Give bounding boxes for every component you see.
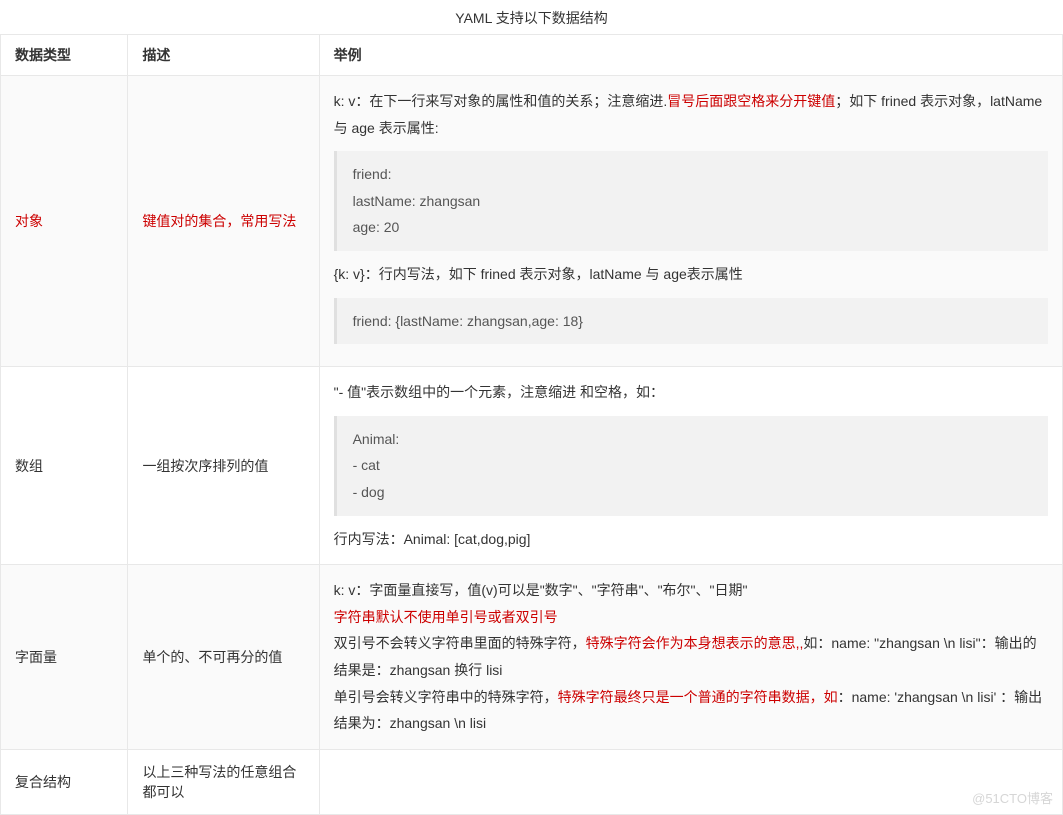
yaml-structure-table: 数据类型 描述 举例 对象 键值对的集合，常用写法 k: v：在下一行来写对象的…	[0, 34, 1063, 815]
table-row: 复合结构 以上三种写法的任意组合都可以	[1, 749, 1063, 814]
code-line: lastName: zhangsan	[353, 188, 1032, 215]
table-row: 字面量 单个的、不可再分的值 k: v：字面量直接写，值(v)可以是"数字"、"…	[1, 565, 1063, 750]
cell-example-compound	[319, 749, 1062, 814]
header-desc: 描述	[128, 35, 319, 76]
code-line: - cat	[353, 452, 1032, 479]
text-highlight: 字符串默认不使用单引号或者双引号	[334, 604, 1048, 631]
text: 行内写法：Animal: [cat,dog,pig]	[334, 526, 1048, 553]
code-line: - dog	[353, 479, 1032, 506]
table-row: 数组 一组按次序排列的值 "- 值"表示数组中的一个元素，注意缩进 和空格，如：…	[1, 367, 1063, 565]
code-line: friend: {lastName: zhangsan,age: 18}	[353, 308, 1032, 335]
text: "- 值"表示数组中的一个元素，注意缩进 和空格，如：	[334, 379, 1048, 406]
code-line: age: 20	[353, 214, 1032, 241]
text: k: v：字面量直接写，值(v)可以是"数字"、"字符串"、"布尔"、"日期"	[334, 577, 1048, 604]
cell-desc-literal: 单个的、不可再分的值	[128, 565, 319, 750]
cell-type-compound: 复合结构	[1, 749, 128, 814]
text-highlight: 特殊字符最终只是一个普通的字符串数据，如	[558, 689, 838, 705]
header-example: 举例	[319, 35, 1062, 76]
text-highlight: 特殊字符会作为本身想表示的意思,,	[586, 635, 804, 651]
cell-example-array: "- 值"表示数组中的一个元素，注意缩进 和空格，如： Animal: - ca…	[319, 367, 1062, 565]
text: 单引号会转义字符串中的特殊字符，	[334, 689, 558, 705]
page-title: YAML 支持以下数据结构	[0, 0, 1063, 34]
code-line: Animal:	[353, 426, 1032, 453]
text: 双引号不会转义字符串里面的特殊字符，	[334, 635, 586, 651]
code-line: friend:	[353, 161, 1032, 188]
code-block: Animal: - cat - dog	[334, 416, 1048, 516]
cell-desc-object: 键值对的集合，常用写法	[128, 76, 319, 367]
cell-type-literal: 字面量	[1, 565, 128, 750]
code-block: friend: {lastName: zhangsan,age: 18}	[334, 298, 1048, 345]
text-highlight: 冒号后面跟空格来分开键值	[667, 93, 835, 109]
cell-type-array: 数组	[1, 367, 128, 565]
header-type: 数据类型	[1, 35, 128, 76]
table-row: 对象 键值对的集合，常用写法 k: v：在下一行来写对象的属性和值的关系；注意缩…	[1, 76, 1063, 367]
cell-example-literal: k: v：字面量直接写，值(v)可以是"数字"、"字符串"、"布尔"、"日期" …	[319, 565, 1062, 750]
cell-type-object: 对象	[1, 76, 128, 367]
cell-desc-compound: 以上三种写法的任意组合都可以	[128, 749, 319, 814]
text: {k: v}：行内写法，如下 frined 表示对象，latName 与 age…	[334, 261, 1048, 288]
cell-desc-array: 一组按次序排列的值	[128, 367, 319, 565]
cell-example-object: k: v：在下一行来写对象的属性和值的关系；注意缩进.冒号后面跟空格来分开键值；…	[319, 76, 1062, 367]
text: k: v：在下一行来写对象的属性和值的关系；注意缩进.	[334, 93, 668, 109]
code-block: friend: lastName: zhangsan age: 20	[334, 151, 1048, 251]
